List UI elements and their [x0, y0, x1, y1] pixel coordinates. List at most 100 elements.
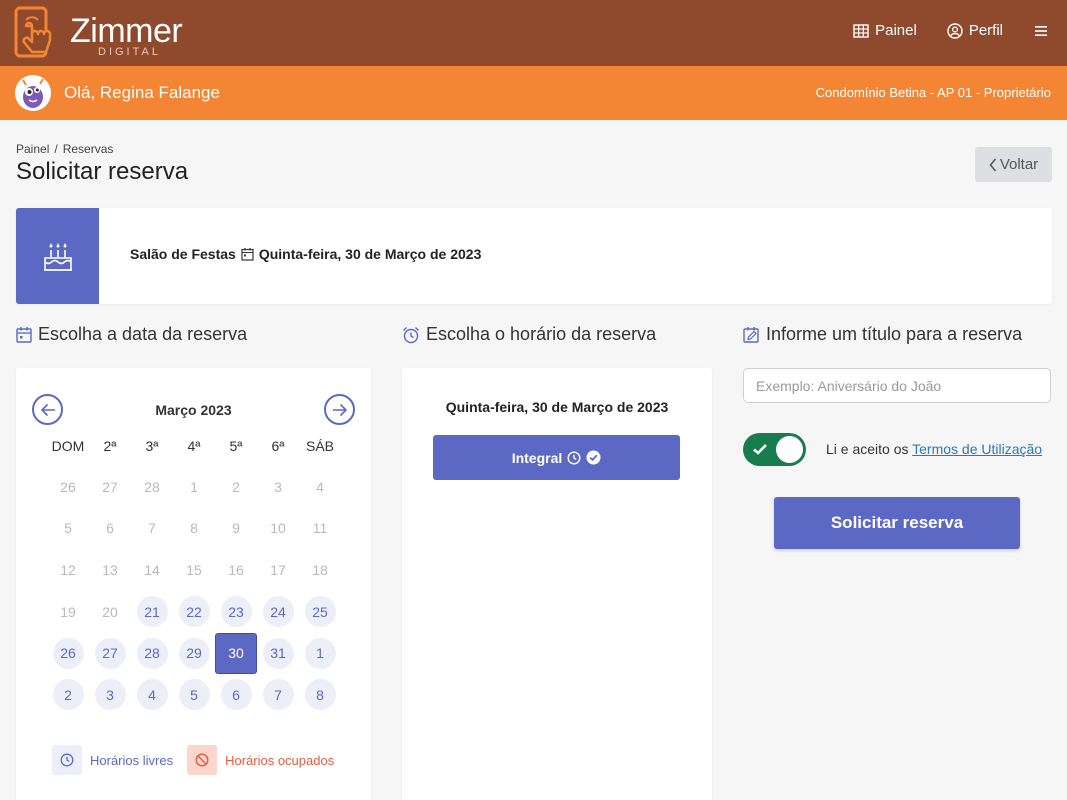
legend-busy-box	[187, 745, 218, 775]
calendar-day-number: 26	[60, 478, 76, 495]
calendar-day-number: 28	[136, 637, 168, 669]
calendar-day[interactable]: 22	[173, 591, 215, 633]
calendar-day-number: 11	[312, 520, 328, 537]
calendar-day-number: 7	[262, 679, 294, 711]
calendar-day-number: 5	[64, 520, 72, 537]
calendar-day[interactable]: 21	[131, 591, 173, 633]
calendar-day: 7	[131, 508, 173, 550]
page-title: Solicitar reserva	[16, 158, 189, 185]
calendar-month: Março 2023	[155, 402, 232, 418]
legend-busy-label: Horários ocupados	[225, 752, 335, 768]
calendar-day[interactable]: 7	[257, 674, 299, 716]
calendar-day: 17	[257, 549, 299, 591]
avatar[interactable]	[15, 75, 51, 111]
calendar-day: 26	[47, 466, 89, 508]
calendar-day: 4	[299, 466, 341, 508]
avatar-image	[15, 75, 51, 111]
menu-icon	[1035, 25, 1047, 36]
calendar-day: 18	[299, 549, 341, 591]
check-circle-icon	[586, 450, 601, 465]
back-button[interactable]: Voltar	[975, 147, 1052, 182]
section-date-title: Escolha a data da reserva	[16, 324, 247, 345]
calendar-day-number: 4	[136, 679, 168, 711]
calendar-day-number: 24	[262, 596, 294, 628]
nav-panel-label: Painel	[875, 22, 917, 39]
calendar-day: 6	[89, 508, 131, 550]
chevron-left-icon	[989, 158, 996, 171]
calendar-day[interactable]: 27	[89, 632, 131, 674]
phone-touch-logo-icon	[14, 6, 52, 58]
calendar-day[interactable]: 24	[257, 591, 299, 633]
user-bar: Olá, Regina Falange Condomínio Betina - …	[0, 66, 1067, 120]
calendar-day-number: 17	[270, 561, 286, 578]
nav-profile[interactable]: Perfil	[947, 22, 1003, 39]
weekday-header: SÁB	[305, 438, 334, 454]
edit-calendar-icon	[743, 327, 759, 343]
calendar-day-number: 4	[316, 478, 324, 495]
next-month-button[interactable]	[324, 394, 355, 425]
reservation-title-input[interactable]	[743, 368, 1051, 403]
calendar-day-number: 6	[106, 520, 114, 537]
terms-toggle[interactable]	[743, 433, 806, 466]
summary-date: Quinta-feira, 30 de Março de 2023	[258, 246, 482, 262]
terms-link[interactable]: Termos de Utilização	[912, 441, 1042, 457]
brand-logo[interactable]: Zimmer DIGITAL	[14, 6, 183, 60]
calendar-day-number: 12	[60, 561, 76, 578]
calendar-day[interactable]: 5	[173, 674, 215, 716]
calendar-day: 1	[173, 466, 215, 508]
weekday-header: DOM	[51, 438, 85, 454]
terms-prefix: Li e aceito os	[826, 441, 909, 457]
calendar-day[interactable]: 26	[47, 632, 89, 674]
calendar-day: 5	[47, 508, 89, 550]
reservation-summary: Salão de Festas Quinta-feira, 30 de Març…	[16, 208, 1052, 304]
user-circle-icon	[947, 22, 963, 39]
calendar-day: 13	[89, 549, 131, 591]
calendar-day-number: 3	[94, 679, 126, 711]
calendar-day[interactable]: 28	[131, 632, 173, 674]
calendar-day-number: 5	[178, 679, 210, 711]
calendar-day: 28	[131, 466, 173, 508]
calendar-day-number: 21	[136, 596, 168, 628]
legend-free-box	[52, 745, 82, 775]
submit-reservation-button[interactable]: Solicitar reserva	[774, 497, 1020, 549]
section-time-title: Escolha o horário da reserva	[402, 324, 656, 345]
calendar-day-number: 18	[312, 561, 328, 578]
calendar-day-selected[interactable]: 30	[215, 632, 257, 674]
calendar-day[interactable]: 29	[173, 632, 215, 674]
calendar-day: 12	[47, 549, 89, 591]
calendar-day[interactable]: 8	[299, 674, 341, 716]
calendar-header: Março 2023	[32, 394, 355, 426]
calendar-day: 3	[257, 466, 299, 508]
breadcrumb-panel[interactable]: Painel	[16, 142, 49, 156]
integral-slot-label: Integral	[511, 449, 563, 466]
menu-button[interactable]	[1033, 25, 1049, 37]
integral-slot-button[interactable]: Integral	[433, 435, 680, 480]
weekday-header: 4ª	[187, 438, 201, 454]
calendar-day-number: 7	[148, 520, 156, 537]
calendar-day[interactable]: 31	[257, 632, 299, 674]
calendar-day[interactable]: 25	[299, 591, 341, 633]
calendar-day-number: 2	[52, 679, 84, 711]
alarm-clock-icon	[403, 326, 419, 343]
calendar-icon	[16, 327, 32, 343]
calendar-day-number: 20	[102, 603, 118, 620]
nav-panel[interactable]: Painel	[853, 22, 917, 39]
weekday-header: 6ª	[271, 438, 285, 454]
calendar-day-number: 19	[60, 603, 76, 620]
legend-busy: Horários ocupados	[187, 745, 334, 775]
summary-icon-box	[16, 208, 99, 304]
user-greeting: Olá, Regina Falange	[64, 83, 220, 102]
breadcrumb: Painel / Reservas	[16, 142, 113, 156]
calendar-day-number: 27	[102, 478, 118, 495]
calendar-grid: DOM 2ª 3ª 4ª 5ª 6ª SÁB 26 27 28 1 2 3 4 5 6 7 8 9 10 11 12 13 1…	[47, 436, 341, 716]
calendar-day[interactable]: 23	[215, 591, 257, 633]
calendar-day-number: 26	[52, 637, 84, 669]
calendar-day[interactable]: 4	[131, 674, 173, 716]
calendar-day[interactable]: 6	[215, 674, 257, 716]
calendar-day[interactable]: 1	[299, 632, 341, 674]
calendar-day[interactable]: 3	[89, 674, 131, 716]
grid-icon	[853, 23, 869, 38]
section-title-label: Informe um título para a reserva	[766, 324, 1023, 344]
calendar-day-number: 31	[262, 637, 294, 669]
calendar-day[interactable]: 2	[47, 674, 89, 716]
